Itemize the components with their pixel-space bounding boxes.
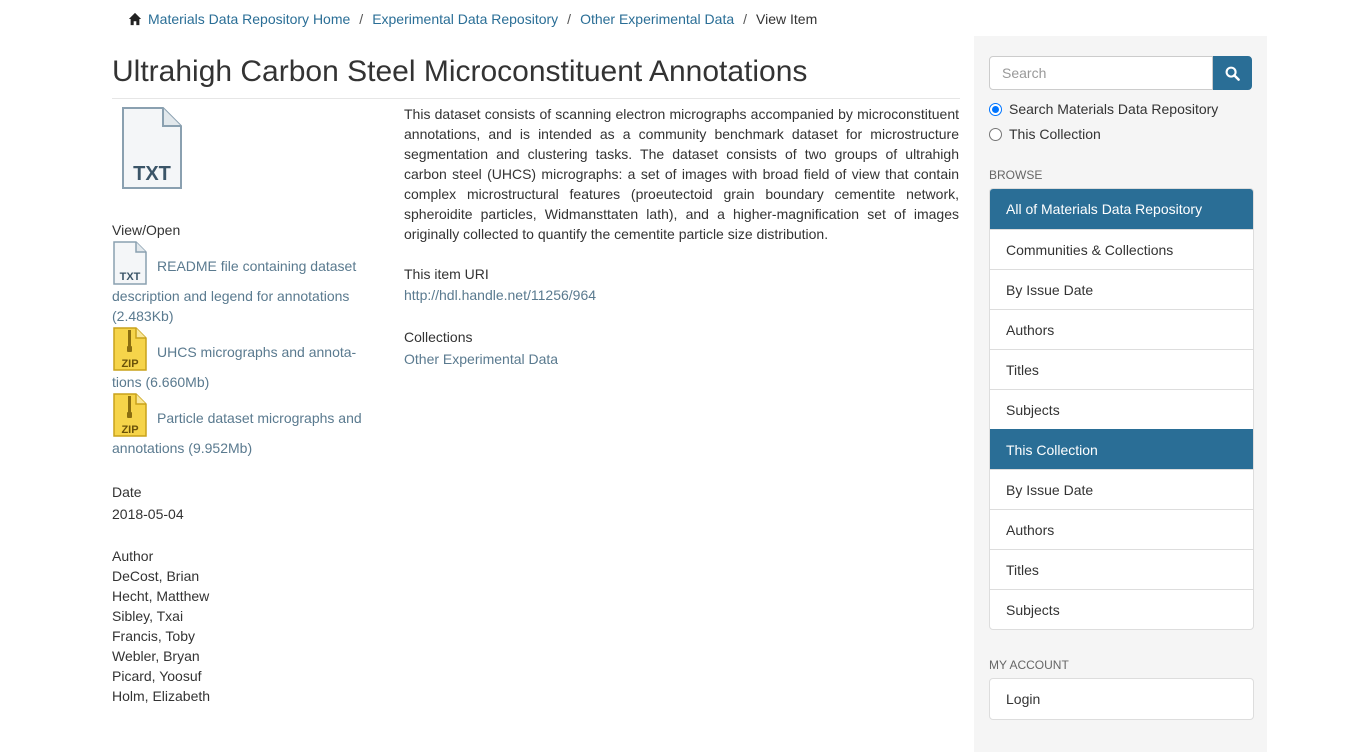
item-description: This dataset consists of scanning electr… [404, 106, 959, 242]
file-name-line2[interactable]: annotations [112, 438, 184, 458]
title-divider [112, 98, 960, 99]
file-entry[interactable]: ZIP UHCS micrographs and annota- tions (… [112, 326, 372, 392]
zip-file-icon[interactable]: ZIP [112, 392, 148, 438]
author-item: Sibley, Txai [112, 608, 184, 624]
search-icon [1225, 66, 1240, 81]
account-list: Login [989, 678, 1254, 720]
thumbnail-label: TXT [133, 163, 171, 185]
collection-subjects[interactable]: Subjects [990, 589, 1253, 629]
author-item: Webler, Bryan [112, 648, 200, 664]
file-icon-label: ZIP [121, 424, 138, 436]
author-item: DeCost, Brian [112, 568, 200, 584]
author-item: Picard, Yoosuf [112, 668, 202, 684]
item-files-panel: View/Open TXT README file containing dat… [112, 220, 372, 706]
browse-authors[interactable]: Authors [990, 309, 1253, 349]
scope-radio-repository[interactable] [989, 102, 1002, 116]
collection-titles[interactable]: Titles [990, 549, 1253, 589]
view-open-label: View/Open [112, 222, 181, 238]
page-title: Ultrahigh Carbon Steel Microconstituent … [112, 55, 808, 88]
file-entry[interactable]: TXT README file containing dataset descr… [112, 240, 372, 326]
file-name-line2[interactable]: description and legend for annotations [112, 286, 349, 306]
scope-label: This Collection [1009, 126, 1101, 142]
file-name-line1[interactable]: UHCS micrographs and annota- [157, 344, 356, 360]
browse-all-repository[interactable]: All of Materials Data Repository [990, 189, 1253, 229]
scope-radio-collection[interactable] [989, 127, 1002, 141]
file-size: (2.483Kb) [112, 308, 174, 324]
author-item: Holm, Elizabeth [112, 688, 211, 704]
txt-file-icon[interactable]: TXT [112, 240, 148, 286]
file-entry[interactable]: ZIP Particle dataset micrographs and ann… [112, 392, 372, 458]
file-name-line2[interactable]: tions [112, 372, 142, 392]
breadcrumb-separator: / [567, 11, 572, 27]
search-form [989, 56, 1252, 90]
browse-heading: BROWSE [989, 168, 1043, 182]
breadcrumb-separator: / [359, 11, 364, 27]
author-label: Author [112, 548, 154, 564]
date-value: 2018-05-04 [112, 506, 184, 522]
breadcrumb-other-link[interactable]: Other Experimental Data [580, 11, 734, 27]
author-item: Francis, Toby [112, 628, 195, 644]
txt-file-thumbnail-icon[interactable]: TXT [121, 106, 183, 190]
zip-file-icon[interactable]: ZIP [112, 326, 148, 372]
my-account-heading: MY ACCOUNT [989, 658, 1069, 672]
file-icon-label: ZIP [121, 358, 138, 370]
breadcrumb-separator: / [743, 11, 748, 27]
collection-authors[interactable]: Authors [990, 509, 1253, 549]
uri-label: This item URI [404, 266, 489, 282]
collection-link[interactable]: Other Experimental Data [404, 351, 558, 367]
search-button[interactable] [1213, 56, 1252, 90]
browse-this-collection[interactable]: This Collection [990, 429, 1253, 469]
file-size: (9.952Mb) [188, 440, 253, 456]
browse-subjects[interactable]: Subjects [990, 389, 1253, 429]
author-item: Hecht, Matthew [112, 588, 210, 604]
breadcrumb-current: View Item [756, 11, 818, 27]
file-name-line1[interactable]: Particle dataset micrographs and [157, 410, 362, 426]
browse-communities-collections[interactable]: Communities & Collections [990, 229, 1253, 269]
scope-option-repository[interactable]: Search Materials Data Repository [989, 101, 1218, 117]
scope-label: Search Materials Data Repository [1009, 101, 1219, 117]
breadcrumb-home-link[interactable]: Materials Data Repository Home [148, 11, 350, 27]
login-link[interactable]: Login [990, 679, 1253, 719]
scope-option-collection[interactable]: This Collection [989, 126, 1101, 142]
date-label: Date [112, 484, 142, 500]
item-uri-link[interactable]: http://hdl.handle.net/11256/964 [404, 287, 596, 303]
breadcrumb: Materials Data Repository Home / Experim… [128, 9, 817, 29]
breadcrumb-experimental-link[interactable]: Experimental Data Repository [372, 11, 558, 27]
collections-label: Collections [404, 329, 473, 345]
file-name-line1[interactable]: README file containing dataset [157, 258, 356, 274]
file-size: (6.660Mb) [145, 374, 210, 390]
search-input[interactable] [989, 56, 1213, 90]
author-list: DeCost, Brian Hecht, Matthew Sibley, Txa… [112, 566, 372, 706]
browse-list: All of Materials Data Repository Communi… [989, 188, 1254, 630]
browse-titles[interactable]: Titles [990, 349, 1253, 389]
home-icon[interactable] [128, 12, 142, 26]
collection-by-issue-date[interactable]: By Issue Date [990, 469, 1253, 509]
browse-by-issue-date[interactable]: By Issue Date [990, 269, 1253, 309]
file-icon-label: TXT [120, 271, 141, 283]
